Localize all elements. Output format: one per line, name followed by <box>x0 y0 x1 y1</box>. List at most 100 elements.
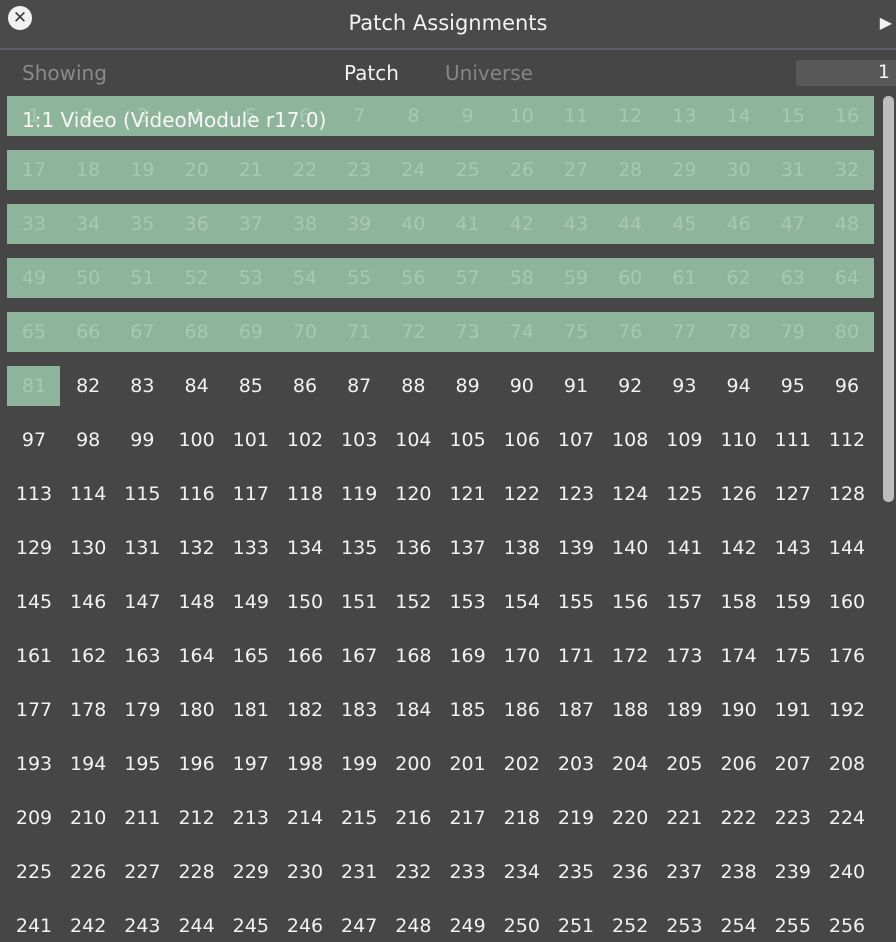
address-cell[interactable]: 189 <box>657 690 711 730</box>
address-cell[interactable]: 182 <box>278 690 332 730</box>
address-cell[interactable]: 139 <box>549 528 603 568</box>
address-cell[interactable]: 98 <box>61 420 115 460</box>
address-cell[interactable]: 201 <box>441 744 495 784</box>
address-cell[interactable]: 153 <box>441 582 495 622</box>
address-cell[interactable]: 101 <box>224 420 278 460</box>
address-cell[interactable]: 154 <box>495 582 549 622</box>
address-cell[interactable]: 74 <box>495 312 549 352</box>
address-cell[interactable]: 89 <box>441 366 495 406</box>
address-cell[interactable]: 23 <box>332 150 386 190</box>
address-cell[interactable]: 204 <box>603 744 657 784</box>
address-cell[interactable]: 59 <box>549 258 603 298</box>
address-cell[interactable]: 127 <box>766 474 820 514</box>
address-cell[interactable]: 155 <box>549 582 603 622</box>
address-cell[interactable]: 240 <box>820 852 874 892</box>
address-cell[interactable]: 92 <box>603 366 657 406</box>
address-cell[interactable]: 66 <box>61 312 115 352</box>
address-cell[interactable]: 111 <box>766 420 820 460</box>
universe-number-field[interactable]: 1 <box>796 60 896 86</box>
address-cell[interactable]: 210 <box>61 798 115 838</box>
address-cell[interactable]: 192 <box>820 690 874 730</box>
address-cell[interactable]: 252 <box>603 906 657 942</box>
address-cell[interactable]: 152 <box>386 582 440 622</box>
address-cell[interactable]: 49 <box>7 258 61 298</box>
address-cell[interactable]: 35 <box>115 204 169 244</box>
address-cell[interactable]: 165 <box>224 636 278 676</box>
vertical-scrollbar[interactable] <box>880 96 896 942</box>
address-cell[interactable]: 164 <box>170 636 224 676</box>
address-cell[interactable]: 174 <box>712 636 766 676</box>
address-cell[interactable]: 228 <box>170 852 224 892</box>
address-cell[interactable]: 38 <box>278 204 332 244</box>
address-cell[interactable]: 29 <box>657 150 711 190</box>
address-cell[interactable]: 71 <box>332 312 386 352</box>
address-cell[interactable]: 236 <box>603 852 657 892</box>
address-cell[interactable]: 116 <box>170 474 224 514</box>
address-cell[interactable]: 24 <box>386 150 440 190</box>
address-cell[interactable]: 135 <box>332 528 386 568</box>
address-cell[interactable]: 96 <box>820 366 874 406</box>
address-cell[interactable]: 93 <box>657 366 711 406</box>
address-cell[interactable]: 7 <box>332 96 386 136</box>
address-cell[interactable]: 12 <box>603 96 657 136</box>
address-cell[interactable]: 125 <box>657 474 711 514</box>
address-cell[interactable]: 16 <box>820 96 874 136</box>
address-cell[interactable]: 45 <box>657 204 711 244</box>
address-cell[interactable]: 224 <box>820 798 874 838</box>
address-cell[interactable]: 199 <box>332 744 386 784</box>
address-cell[interactable]: 130 <box>61 528 115 568</box>
address-cell[interactable]: 39 <box>332 204 386 244</box>
address-cell[interactable]: 91 <box>549 366 603 406</box>
address-cell[interactable]: 119 <box>332 474 386 514</box>
address-cell[interactable]: 198 <box>278 744 332 784</box>
address-cell[interactable]: 227 <box>115 852 169 892</box>
address-cell[interactable]: 169 <box>441 636 495 676</box>
address-cell[interactable]: 102 <box>278 420 332 460</box>
address-cell[interactable]: 84 <box>170 366 224 406</box>
address-cell[interactable]: 177 <box>7 690 61 730</box>
address-cell[interactable]: 133 <box>224 528 278 568</box>
address-cell[interactable]: 244 <box>170 906 224 942</box>
address-cell[interactable]: 230 <box>278 852 332 892</box>
address-cell[interactable]: 142 <box>712 528 766 568</box>
address-cell[interactable]: 136 <box>386 528 440 568</box>
address-cell[interactable]: 58 <box>495 258 549 298</box>
address-cell[interactable]: 183 <box>332 690 386 730</box>
address-cell[interactable]: 27 <box>549 150 603 190</box>
address-cell[interactable]: 253 <box>657 906 711 942</box>
address-cell[interactable]: 18 <box>61 150 115 190</box>
address-cell[interactable]: 126 <box>712 474 766 514</box>
address-cell[interactable]: 121 <box>441 474 495 514</box>
address-cell[interactable]: 110 <box>712 420 766 460</box>
address-cell[interactable]: 46 <box>712 204 766 244</box>
address-cell[interactable]: 112 <box>820 420 874 460</box>
address-cell[interactable]: 41 <box>441 204 495 244</box>
address-cell[interactable]: 193 <box>7 744 61 784</box>
address-cell[interactable]: 14 <box>712 96 766 136</box>
address-cell[interactable]: 48 <box>820 204 874 244</box>
address-cell[interactable]: 247 <box>332 906 386 942</box>
address-cell[interactable]: 162 <box>61 636 115 676</box>
address-cell[interactable]: 149 <box>224 582 278 622</box>
address-cell[interactable]: 241 <box>7 906 61 942</box>
address-cell[interactable]: 214 <box>278 798 332 838</box>
address-cell[interactable]: 68 <box>170 312 224 352</box>
address-cell[interactable]: 104 <box>386 420 440 460</box>
address-cell[interactable]: 150 <box>278 582 332 622</box>
address-cell[interactable]: 203 <box>549 744 603 784</box>
address-cell[interactable]: 158 <box>712 582 766 622</box>
address-cell[interactable]: 220 <box>603 798 657 838</box>
scrollbar-thumb[interactable] <box>883 96 894 502</box>
address-cell[interactable]: 108 <box>603 420 657 460</box>
address-cell[interactable]: 167 <box>332 636 386 676</box>
address-cell[interactable]: 62 <box>712 258 766 298</box>
address-cell[interactable]: 156 <box>603 582 657 622</box>
address-cell[interactable]: 9 <box>441 96 495 136</box>
address-cell[interactable]: 100 <box>170 420 224 460</box>
address-cell[interactable]: 229 <box>224 852 278 892</box>
address-cell[interactable]: 17 <box>7 150 61 190</box>
address-cell[interactable]: 181 <box>224 690 278 730</box>
address-cell[interactable]: 180 <box>170 690 224 730</box>
address-cell[interactable]: 115 <box>115 474 169 514</box>
address-cell[interactable]: 208 <box>820 744 874 784</box>
